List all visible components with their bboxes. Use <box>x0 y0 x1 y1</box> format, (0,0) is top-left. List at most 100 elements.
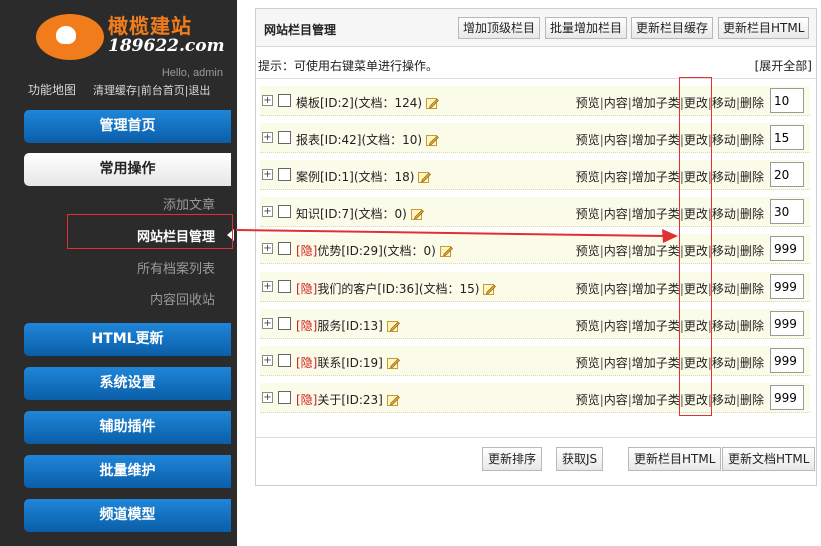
expand-icon[interactable]: + <box>262 243 273 254</box>
edit-link[interactable]: 更改 <box>684 356 708 370</box>
edit-pencil-icon[interactable] <box>483 283 497 295</box>
delete-link[interactable]: 删除 <box>740 207 764 221</box>
nav-common-ops[interactable]: 常用操作 <box>24 153 231 186</box>
row-checkbox[interactable] <box>278 354 291 367</box>
edit-link[interactable]: 更改 <box>684 96 708 110</box>
sort-order-input[interactable] <box>770 311 804 336</box>
preview-link[interactable]: 预览 <box>576 282 600 296</box>
expand-icon[interactable]: + <box>262 132 273 143</box>
delete-link[interactable]: 删除 <box>740 393 764 407</box>
add-subcategory-link[interactable]: 增加子类 <box>632 393 680 407</box>
get-js-button[interactable]: 获取JS <box>556 447 604 471</box>
category-label[interactable]: 关于[ID:23] <box>317 393 382 407</box>
sort-order-input[interactable] <box>770 274 804 299</box>
preview-link[interactable]: 预览 <box>576 244 600 258</box>
sort-order-input[interactable] <box>770 348 804 373</box>
category-label[interactable]: 我们的客户[ID:36](文档：15) <box>317 282 479 296</box>
expand-icon[interactable]: + <box>262 318 273 329</box>
edit-pencil-icon[interactable] <box>426 97 440 109</box>
edit-pencil-icon[interactable] <box>426 134 440 146</box>
category-label[interactable]: 案例[ID:1](文档：18) <box>296 170 414 184</box>
move-link[interactable]: 移动 <box>712 96 736 110</box>
delete-link[interactable]: 删除 <box>740 319 764 333</box>
content-link[interactable]: 内容 <box>604 393 628 407</box>
edit-link[interactable]: 更改 <box>684 393 708 407</box>
content-link[interactable]: 内容 <box>604 170 628 184</box>
move-link[interactable]: 移动 <box>712 393 736 407</box>
row-checkbox[interactable] <box>278 205 291 218</box>
preview-link[interactable]: 预览 <box>576 319 600 333</box>
sort-order-input[interactable] <box>770 125 804 150</box>
move-link[interactable]: 移动 <box>712 207 736 221</box>
add-subcategory-link[interactable]: 增加子类 <box>632 133 680 147</box>
row-checkbox[interactable] <box>278 94 291 107</box>
preview-link[interactable]: 预览 <box>576 96 600 110</box>
content-link[interactable]: 内容 <box>604 133 628 147</box>
sub-item-all-archives[interactable]: 所有档案列表 <box>137 258 215 277</box>
nav-plugins[interactable]: 辅助插件 <box>24 411 231 444</box>
content-link[interactable]: 内容 <box>604 244 628 258</box>
expand-icon[interactable]: + <box>262 281 273 292</box>
sub-item-add-article[interactable]: 添加文章 <box>163 194 215 213</box>
update-category-html-button[interactable]: 更新栏目HTML <box>718 17 810 39</box>
edit-link[interactable]: 更改 <box>684 133 708 147</box>
sort-order-input[interactable] <box>770 88 804 113</box>
content-link[interactable]: 内容 <box>604 356 628 370</box>
category-label[interactable]: 报表[ID:42](文档：10) <box>296 133 422 147</box>
nav-batch[interactable]: 批量维护 <box>24 455 231 488</box>
row-checkbox[interactable] <box>278 317 291 330</box>
category-label[interactable]: 联系[ID:19] <box>317 356 382 370</box>
edit-pencil-icon[interactable] <box>386 357 400 369</box>
delete-link[interactable]: 删除 <box>740 96 764 110</box>
preview-link[interactable]: 预览 <box>576 356 600 370</box>
edit-pencil-icon[interactable] <box>410 208 424 220</box>
delete-link[interactable]: 删除 <box>740 282 764 296</box>
add-subcategory-link[interactable]: 增加子类 <box>632 96 680 110</box>
expand-icon[interactable]: + <box>262 95 273 106</box>
frontpage-link[interactable]: 前台首页 <box>141 84 185 97</box>
logout-link[interactable]: 退出 <box>188 84 210 97</box>
sub-item-category-manage[interactable]: 网站栏目管理 <box>137 226 215 245</box>
preview-link[interactable]: 预览 <box>576 170 600 184</box>
edit-link[interactable]: 更改 <box>684 319 708 333</box>
nav-html-update[interactable]: HTML更新 <box>24 323 231 356</box>
delete-link[interactable]: 删除 <box>740 356 764 370</box>
move-link[interactable]: 移动 <box>712 133 736 147</box>
edit-link[interactable]: 更改 <box>684 207 708 221</box>
nav-system-settings[interactable]: 系统设置 <box>24 367 231 400</box>
category-label[interactable]: 服务[ID:13] <box>317 319 382 333</box>
sort-order-input[interactable] <box>770 385 804 410</box>
expand-icon[interactable]: + <box>262 206 273 217</box>
move-link[interactable]: 移动 <box>712 170 736 184</box>
row-checkbox[interactable] <box>278 391 291 404</box>
nav-admin-home[interactable]: 管理首页 <box>24 110 231 143</box>
expand-icon[interactable]: + <box>262 355 273 366</box>
edit-link[interactable]: 更改 <box>684 244 708 258</box>
expand-icon[interactable]: + <box>262 169 273 180</box>
move-link[interactable]: 移动 <box>712 244 736 258</box>
content-link[interactable]: 内容 <box>604 96 628 110</box>
add-subcategory-link[interactable]: 增加子类 <box>632 170 680 184</box>
clear-cache-link[interactable]: 清理缓存 <box>93 84 137 97</box>
category-label[interactable]: 优势[ID:29](文档：0) <box>317 244 435 258</box>
sort-order-input[interactable] <box>770 162 804 187</box>
expand-icon[interactable]: + <box>262 392 273 403</box>
preview-link[interactable]: 预览 <box>576 393 600 407</box>
sort-order-input[interactable] <box>770 236 804 261</box>
delete-link[interactable]: 删除 <box>740 170 764 184</box>
move-link[interactable]: 移动 <box>712 356 736 370</box>
edit-link[interactable]: 更改 <box>684 170 708 184</box>
update-document-html-button[interactable]: 更新文档HTML <box>722 447 816 471</box>
edit-pencil-icon[interactable] <box>386 394 400 406</box>
add-subcategory-link[interactable]: 增加子类 <box>632 319 680 333</box>
move-link[interactable]: 移动 <box>712 282 736 296</box>
content-link[interactable]: 内容 <box>604 282 628 296</box>
edit-link[interactable]: 更改 <box>684 282 708 296</box>
sub-item-recycle-bin[interactable]: 内容回收站 <box>150 289 215 308</box>
edit-pencil-icon[interactable] <box>386 320 400 332</box>
content-link[interactable]: 内容 <box>604 319 628 333</box>
sort-order-input[interactable] <box>770 199 804 224</box>
row-checkbox[interactable] <box>278 168 291 181</box>
add-subcategory-link[interactable]: 增加子类 <box>632 244 680 258</box>
preview-link[interactable]: 预览 <box>576 133 600 147</box>
